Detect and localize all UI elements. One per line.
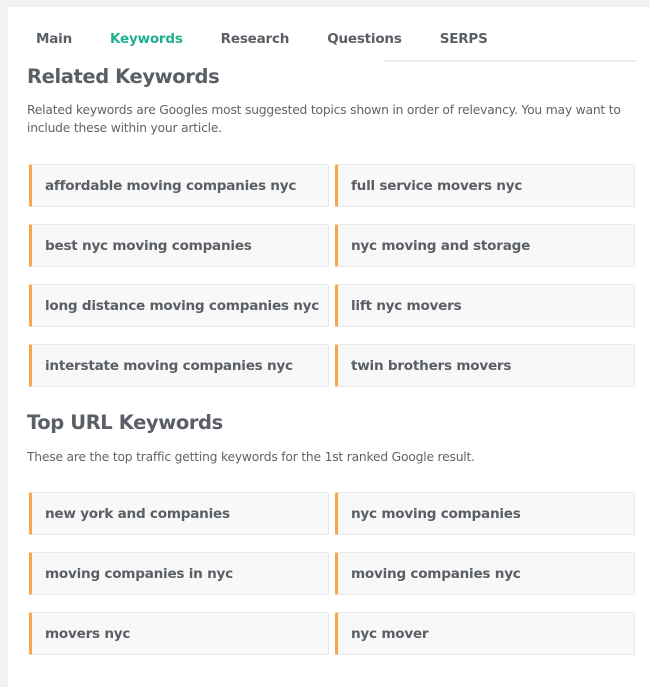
- related-keywords-description: Related keywords are Googles most sugges…: [27, 103, 621, 135]
- keyword-label: moving companies in nyc: [45, 565, 233, 582]
- keyword-card[interactable]: nyc moving and storage: [335, 224, 635, 267]
- tab-bar: Main Keywords Research Questions SERPS: [36, 25, 526, 53]
- keyword-label: lift nyc movers: [351, 297, 462, 314]
- keyword-card[interactable]: moving companies nyc: [335, 552, 635, 595]
- keyword-label: twin brothers movers: [351, 357, 512, 374]
- top-url-keywords-title: Top URL Keywords: [27, 411, 223, 434]
- keyword-label: nyc mover: [351, 625, 429, 642]
- related-keywords-title: Related Keywords: [27, 65, 220, 88]
- keyword-label: new york and companies: [45, 505, 230, 522]
- top-url-keywords-grid: new york and companies nyc moving compan…: [29, 492, 636, 655]
- tab-research[interactable]: Research: [221, 31, 290, 47]
- tab-divider: [383, 60, 637, 62]
- keyword-label: interstate moving companies nyc: [45, 357, 293, 374]
- keyword-label: nyc moving companies: [351, 505, 521, 522]
- keyword-label: moving companies nyc: [351, 565, 521, 582]
- keyword-label: full service movers nyc: [351, 177, 523, 194]
- tab-keywords[interactable]: Keywords: [110, 31, 183, 47]
- keyword-label: long distance moving companies nyc: [45, 297, 320, 314]
- content-panel: Main Keywords Research Questions SERPS R…: [8, 7, 650, 687]
- keyword-card[interactable]: twin brothers movers: [335, 344, 635, 387]
- keyword-card[interactable]: movers nyc: [29, 612, 329, 655]
- tab-serps[interactable]: SERPS: [440, 31, 488, 47]
- keyword-card[interactable]: lift nyc movers: [335, 284, 635, 327]
- tab-main[interactable]: Main: [36, 31, 72, 47]
- keyword-card[interactable]: interstate moving companies nyc: [29, 344, 329, 387]
- keyword-card[interactable]: long distance moving companies nyc: [29, 284, 329, 327]
- keyword-card[interactable]: nyc mover: [335, 612, 635, 655]
- tab-questions[interactable]: Questions: [327, 31, 402, 47]
- keyword-card[interactable]: new york and companies: [29, 492, 329, 535]
- keyword-card[interactable]: best nyc moving companies: [29, 224, 329, 267]
- keyword-card[interactable]: affordable moving companies nyc: [29, 164, 329, 207]
- keyword-label: movers nyc: [45, 625, 131, 642]
- keyword-label: nyc moving and storage: [351, 237, 531, 254]
- keyword-card[interactable]: moving companies in nyc: [29, 552, 329, 595]
- keyword-card[interactable]: full service movers nyc: [335, 164, 635, 207]
- top-url-keywords-description: These are the top traffic getting keywor…: [27, 450, 475, 464]
- keyword-label: affordable moving companies nyc: [45, 177, 297, 194]
- keyword-label: best nyc moving companies: [45, 237, 252, 254]
- keyword-card[interactable]: nyc moving companies: [335, 492, 635, 535]
- related-keywords-grid: affordable moving companies nyc full ser…: [29, 164, 636, 387]
